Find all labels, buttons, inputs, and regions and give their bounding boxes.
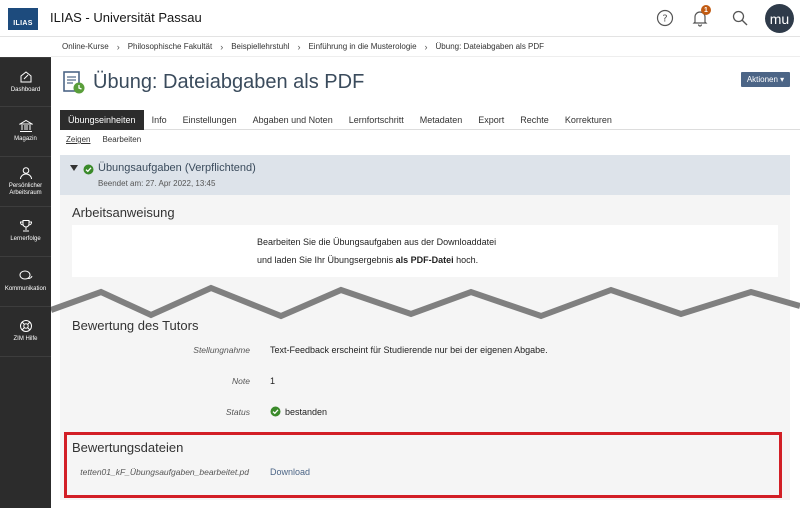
sidebar-item-label: Dashboard — [10, 86, 41, 93]
chevron-right-icon: › — [424, 41, 428, 52]
instructions-bold-text: als PDF-Datei — [395, 255, 454, 265]
sidebar-item-label: Lernerfolge — [10, 236, 41, 243]
person-icon — [19, 167, 32, 179]
subtab-edit[interactable]: Bearbeiten — [102, 135, 141, 144]
help-icon[interactable]: ? — [654, 7, 676, 29]
breadcrumb: Online-Kurse › Philosophische Fakultät ›… — [51, 37, 800, 57]
sidebar-item-dashboard[interactable]: Dashboard — [0, 57, 51, 107]
sidebar-item-zim-help[interactable]: ZIM Hilfe — [0, 307, 51, 357]
instructions-heading: Arbeitsanweisung — [72, 205, 175, 220]
instructions-text: und laden Sie Ihr Übungsergebnis — [257, 255, 396, 265]
check-circle-icon — [83, 164, 94, 175]
check-circle-icon — [270, 406, 281, 417]
trophy-icon — [19, 220, 32, 232]
tab-exercise-units[interactable]: Übungseinheiten — [60, 110, 144, 130]
actions-dropdown-button[interactable]: Aktionen ▾ — [741, 72, 790, 87]
sidebar-item-personal-workspace[interactable]: Persönlicher Arbeitsraum — [0, 157, 51, 207]
assignment-title: Übungsaufgaben (Verpflichtend) — [98, 162, 256, 174]
subtab-bar: Zeigen Bearbeiten — [66, 135, 153, 144]
grade-label: Note — [232, 376, 250, 386]
breadcrumb-item[interactable]: Übung: Dateiabgaben als PDF — [436, 42, 545, 51]
breadcrumb-item[interactable]: Beispiellehrstuhl — [231, 42, 289, 51]
exercise-icon — [63, 71, 85, 94]
top-bar: ILIAS ILIAS - Universität Passau ? 1 mu — [0, 0, 800, 37]
instructions-box: Bearbeiten Sie die Übungsaufgaben aus de… — [72, 225, 778, 277]
chevron-right-icon: › — [116, 41, 120, 52]
dashboard-icon — [20, 71, 31, 83]
sidebar-item-label: Kommunikation — [4, 286, 47, 293]
page-title: Übung: Dateiabgaben als PDF — [93, 71, 365, 93]
lifebuoy-icon — [19, 320, 32, 333]
subtab-show[interactable]: Zeigen — [66, 135, 90, 144]
collapse-triangle-icon[interactable] — [70, 165, 78, 171]
tutor-evaluation-box: Stellungnahme Text-Feedback erscheint fü… — [72, 337, 778, 427]
tab-learning-progress[interactable]: Lernfortschritt — [341, 110, 412, 130]
chevron-right-icon: › — [220, 41, 224, 52]
assignment-status: Beendet am: 27. Apr 2022, 13:45 — [98, 179, 216, 188]
tab-permissions[interactable]: Rechte — [512, 110, 557, 130]
sidebar-item-communication[interactable]: Kommunikation — [0, 257, 51, 307]
sidebar-item-achievements[interactable]: Lernerfolge — [0, 207, 51, 257]
notification-badge: 1 — [701, 5, 711, 15]
bank-icon — [18, 120, 33, 133]
sidebar-item-label: Magazin — [14, 136, 37, 143]
tab-corrections[interactable]: Korrekturen — [557, 110, 620, 130]
tab-export[interactable]: Export — [470, 110, 512, 130]
sidebar-item-label: ZIM Hilfe — [13, 336, 38, 343]
main-sidebar: Dashboard Magazin Persönlicher Arbeitsra… — [0, 57, 51, 508]
svg-text:?: ? — [662, 14, 667, 25]
status-value: bestanden — [270, 406, 327, 417]
breadcrumb-item[interactable]: Online-Kurse — [62, 42, 109, 51]
tab-submissions-grades[interactable]: Abgaben und Noten — [245, 110, 341, 130]
tab-info[interactable]: Info — [144, 110, 175, 130]
instructions-line-1: Bearbeiten Sie die Übungsaufgaben aus de… — [257, 237, 497, 247]
search-icon[interactable] — [729, 7, 751, 29]
tab-bar: Übungseinheiten Info Einstellungen Abgab… — [60, 110, 800, 130]
assignment-header[interactable]: Übungsaufgaben (Verpflichtend) Beendet a… — [60, 155, 790, 195]
installation-title[interactable]: ILIAS - Universität Passau — [50, 10, 202, 25]
instructions-text: hoch. — [453, 255, 479, 265]
instructions-line-2: und laden Sie Ihr Übungsergebnis als PDF… — [257, 255, 478, 265]
tab-metadata[interactable]: Metadaten — [412, 110, 471, 130]
sidebar-item-label: Persönlicher Arbeitsraum — [8, 182, 43, 196]
breadcrumb-item[interactable]: Philosophische Fakultät — [128, 42, 213, 51]
grade-value: 1 — [270, 376, 276, 386]
comment-label: Stellungnahme — [193, 345, 250, 355]
highlight-frame — [64, 432, 782, 498]
ilias-logo[interactable]: ILIAS — [8, 8, 38, 30]
sidebar-item-magazin[interactable]: Magazin — [0, 107, 51, 157]
status-label: Status — [225, 407, 250, 417]
cut-marker-zigzag — [51, 284, 800, 320]
chat-icon — [19, 270, 32, 280]
status-text: bestanden — [285, 406, 328, 417]
user-avatar[interactable]: mu — [765, 4, 794, 33]
chevron-right-icon: › — [297, 41, 301, 52]
comment-value: Text-Feedback erscheint für Studierende … — [270, 345, 548, 355]
tab-settings[interactable]: Einstellungen — [175, 110, 245, 130]
breadcrumb-item[interactable]: Einführung in die Musterologie — [308, 42, 416, 51]
notification-bell-icon[interactable]: 1 — [689, 5, 711, 29]
